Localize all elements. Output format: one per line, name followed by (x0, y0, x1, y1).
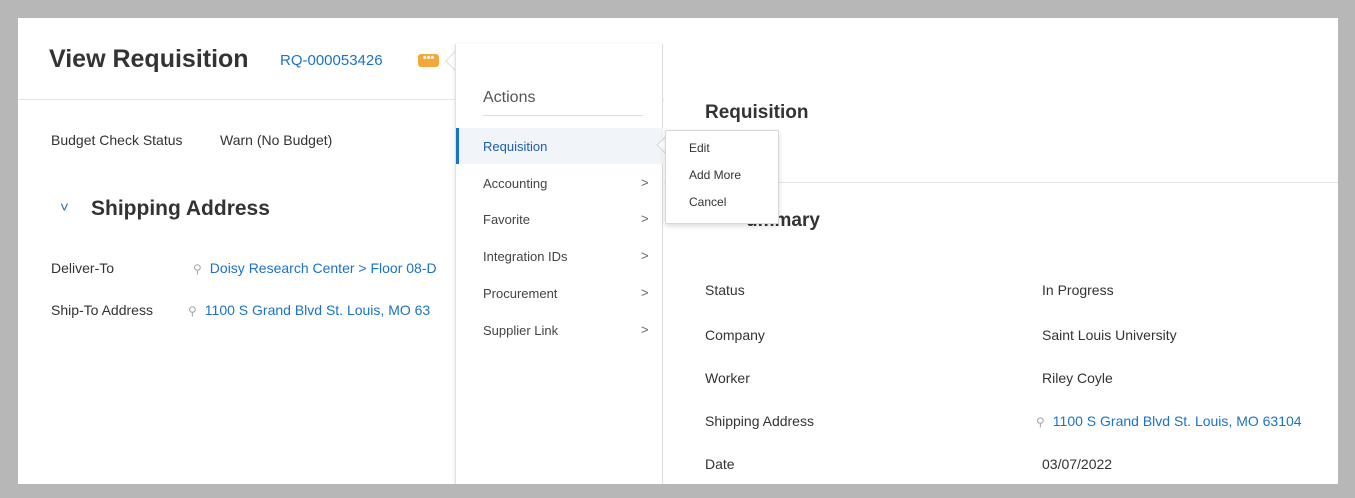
chevron-right-icon: > (641, 322, 649, 337)
menu-item-procurement[interactable]: Procurement > (456, 275, 663, 311)
budget-status-label: Budget Check Status (51, 132, 183, 148)
shipping-address-heading: Shipping Address (91, 197, 270, 220)
status-label: Status (705, 282, 745, 298)
company-label: Company (705, 327, 765, 343)
menu-item-label: Procurement (483, 286, 558, 301)
ship-to-link[interactable]: 1100 S Grand Blvd St. Louis, MO 63 (205, 302, 430, 318)
workday-window: View Requisition RQ-000053426 ••• Budget… (18, 18, 1338, 484)
menu-item-supplier-link[interactable]: Supplier Link > (456, 312, 663, 348)
menu-item-accounting[interactable]: Accounting > (456, 165, 663, 201)
deliver-to-link[interactable]: Doisy Research Center > Floor 08-D (210, 260, 437, 276)
shipping-address-link[interactable]: 1100 S Grand Blvd St. Louis, MO 63104 (1053, 413, 1302, 429)
related-actions-button[interactable]: ••• (418, 53, 439, 67)
requisition-id-link[interactable]: RQ-000053426 (280, 52, 383, 69)
menu-item-label: Favorite (483, 212, 530, 227)
worker-link[interactable]: Riley Coyle (1042, 370, 1113, 386)
menu-item-label: Accounting (483, 176, 548, 191)
submenu-edit[interactable]: Edit (689, 141, 710, 155)
map-pin-icon: ⚲ (188, 304, 197, 318)
chevron-right-icon: > (641, 285, 649, 300)
chevron-right-icon: > (641, 248, 649, 263)
divider (483, 115, 643, 116)
requisition-submenu: Edit Add More Cancel (665, 130, 779, 224)
company-link[interactable]: Saint Louis University (1042, 327, 1177, 343)
map-pin-icon: ⚲ (193, 262, 202, 276)
deliver-to-value: ⚲ Doisy Research Center > Floor 08-D (193, 260, 437, 276)
chevron-down-icon[interactable]: ˅ (60, 199, 69, 216)
submenu-cancel[interactable]: Cancel (689, 195, 726, 209)
shipping-address-label: Shipping Address (705, 413, 814, 429)
submenu-add-more[interactable]: Add More (689, 168, 741, 182)
status-value: In Progress (1042, 282, 1114, 298)
chevron-right-icon: > (641, 211, 649, 226)
budget-status-value: Warn (No Budget) (220, 132, 333, 148)
menu-item-requisition[interactable]: Requisition (456, 128, 663, 164)
menu-item-integration-ids[interactable]: Integration IDs > (456, 238, 663, 274)
menu-item-label: Supplier Link (483, 323, 559, 338)
deliver-to-label: Deliver-To (51, 260, 115, 276)
menu-item-favorite[interactable]: Favorite > (456, 201, 663, 237)
date-value: 03/07/2022 (1042, 456, 1113, 472)
chevron-right-icon: > (641, 175, 649, 190)
ship-to-label: Ship-To Address (51, 302, 153, 318)
requisition-detail-panel: Requisition 53426 ummary Status In Progr… (664, 44, 1338, 484)
actions-menu: Actions Requisition Accounting > Favorit… (455, 44, 663, 484)
actions-title: Actions (483, 89, 536, 106)
page-title: View Requisition (49, 45, 249, 73)
worker-label: Worker (705, 370, 750, 386)
menu-item-label: Requisition (483, 139, 548, 154)
detail-title: Requisition (705, 102, 809, 123)
ship-to-value: ⚲ 1100 S Grand Blvd St. Louis, MO 63 (188, 302, 430, 318)
map-pin-icon: ⚲ (1036, 415, 1045, 429)
menu-item-label: Integration IDs (483, 249, 568, 264)
shipping-address-value: ⚲ 1100 S Grand Blvd St. Louis, MO 63104 (1036, 413, 1302, 429)
date-label: Date (705, 456, 735, 472)
